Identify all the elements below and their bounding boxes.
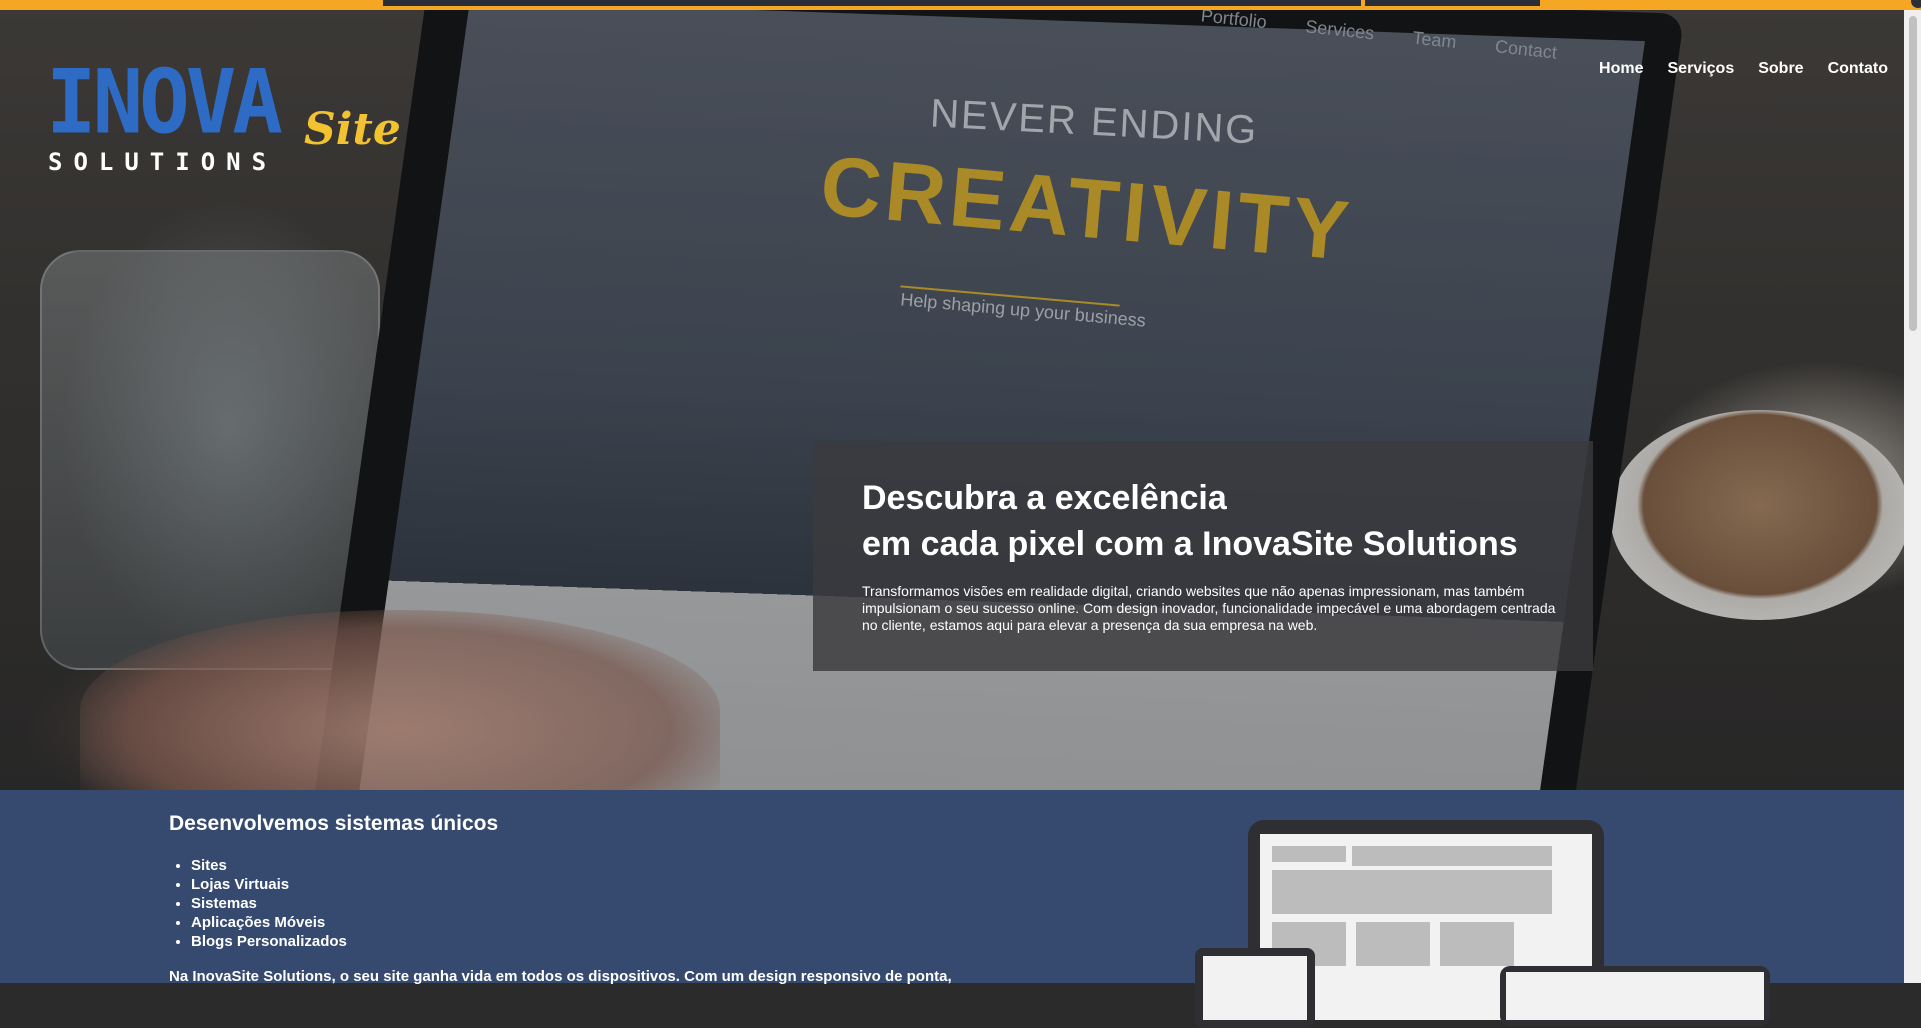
wireframe-block xyxy=(1352,846,1552,866)
wireframe-block xyxy=(1356,922,1430,966)
logo-solutions-text: SOLUTIONS xyxy=(48,148,278,176)
phone-illustration-screen xyxy=(1506,972,1764,1020)
tablet-illustration xyxy=(1195,948,1315,1028)
hero-description: Transformamos visões em realidade digita… xyxy=(862,583,1556,633)
logo-site-text: Site xyxy=(304,104,401,155)
top-strip-block xyxy=(1365,0,1540,6)
phone-illustration xyxy=(1500,966,1770,1026)
hero-title: Descubra a excelência em cada pixel com … xyxy=(862,475,1553,567)
hero-title-line-2: em cada pixel com a InovaSite Solutions xyxy=(862,525,1518,563)
hero-card: Descubra a excelência em cada pixel com … xyxy=(813,441,1593,671)
hero-title-line-1: Descubra a excelência xyxy=(862,479,1227,517)
main-nav: Home Serviços Sobre Contato xyxy=(1599,60,1888,78)
services-section: Desenvolvemos sistemas únicos Sites Loja… xyxy=(0,790,1904,1028)
tablet-illustration-screen xyxy=(1203,956,1307,1020)
profile-icon[interactable] xyxy=(1909,0,1921,10)
hero-section: Portfolio Services Team Contact NEVER EN… xyxy=(0,10,1904,790)
wireframe-block xyxy=(1272,846,1346,862)
nav-sobre-link[interactable]: Sobre xyxy=(1758,60,1803,78)
services-list: Sites Lojas Virtuais Sistemas Aplicações… xyxy=(191,856,347,951)
services-list-item: Sistemas xyxy=(191,894,347,913)
services-list-item: Blogs Personalizados xyxy=(191,932,347,951)
nav-contato-link[interactable]: Contato xyxy=(1828,60,1888,78)
services-list-item: Aplicações Móveis xyxy=(191,913,347,932)
logo-inova-text: INOVA xyxy=(46,50,283,154)
services-list-item: Lojas Virtuais xyxy=(191,875,347,894)
top-strip-block xyxy=(383,0,1361,6)
page-scrollbar[interactable] xyxy=(1904,10,1921,983)
site-logo[interactable]: INOVA Site SOLUTIONS xyxy=(46,50,401,180)
services-list-item: Sites xyxy=(191,856,347,875)
nav-servicos-link[interactable]: Serviços xyxy=(1668,60,1735,78)
wireframe-block xyxy=(1440,922,1514,966)
services-paragraph: Na InovaSite Solutions, o seu site ganha… xyxy=(169,968,952,985)
services-title: Desenvolvemos sistemas únicos xyxy=(169,812,499,835)
scrollbar-thumb[interactable] xyxy=(1909,16,1917,331)
browser-top-strip xyxy=(0,0,1921,10)
wireframe-block xyxy=(1272,870,1552,914)
nav-home-link[interactable]: Home xyxy=(1599,60,1643,78)
